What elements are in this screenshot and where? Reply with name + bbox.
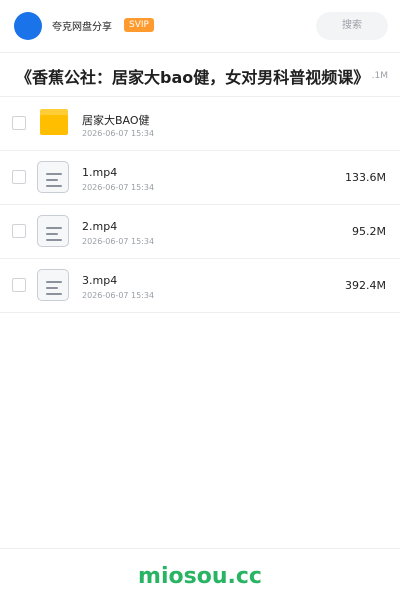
file-size: 133.6M xyxy=(345,171,386,184)
row-checkbox[interactable] xyxy=(12,170,26,184)
footer: miosou.cc xyxy=(0,548,400,601)
file-date: 2026-06-07 15:34 xyxy=(82,291,155,300)
video-file-icon xyxy=(37,269,69,301)
file-name: 3.mp4 xyxy=(82,274,118,287)
file-name: 1.mp4 xyxy=(82,166,118,179)
file-date: 2026-06-07 15:34 xyxy=(82,183,155,192)
row-checkbox[interactable] xyxy=(12,278,26,292)
row-checkbox[interactable] xyxy=(12,224,26,238)
video-file-icon xyxy=(37,215,69,247)
file-size: 392.4M xyxy=(345,279,386,292)
site-link[interactable]: miosou.cc xyxy=(138,564,262,589)
file-date: 2026-06-07 15:34 xyxy=(82,129,155,138)
search-input[interactable]: 搜索 xyxy=(316,12,388,40)
row-checkbox[interactable] xyxy=(12,116,26,130)
app-name: 夸克网盘分享 xyxy=(52,22,112,33)
file-list: 居家大BAO健 2026-06-07 15:34 1.mp4 2026-06-0… xyxy=(0,97,400,313)
file-name: 居家大BAO健 xyxy=(82,114,150,127)
folder-row[interactable]: 居家大BAO健 2026-06-07 15:34 xyxy=(0,97,400,151)
video-file-icon xyxy=(37,161,69,193)
top-bar: 夸克网盘分享 SVIP 搜索 xyxy=(0,0,400,53)
file-row[interactable]: 2.mp4 2026-06-07 15:34 95.2M xyxy=(0,205,400,259)
file-size: 95.2M xyxy=(352,225,386,238)
folder-icon xyxy=(40,109,68,135)
file-row[interactable]: 1.mp4 2026-06-07 15:34 133.6M xyxy=(0,151,400,205)
svip-badge: SVIP xyxy=(124,18,154,32)
file-name: 2.mp4 xyxy=(82,220,118,233)
file-row[interactable]: 3.mp4 2026-06-07 15:34 392.4M xyxy=(0,259,400,313)
file-date: 2026-06-07 15:34 xyxy=(82,237,155,246)
user-avatar[interactable] xyxy=(14,12,42,40)
share-title: 《香蕉公社：居家大bao健，女对男科普视频课》 xyxy=(16,64,372,88)
share-title-bar: 4 项 · 621.1M 《香蕉公社：居家大bao健，女对男科普视频课》 xyxy=(0,53,400,97)
